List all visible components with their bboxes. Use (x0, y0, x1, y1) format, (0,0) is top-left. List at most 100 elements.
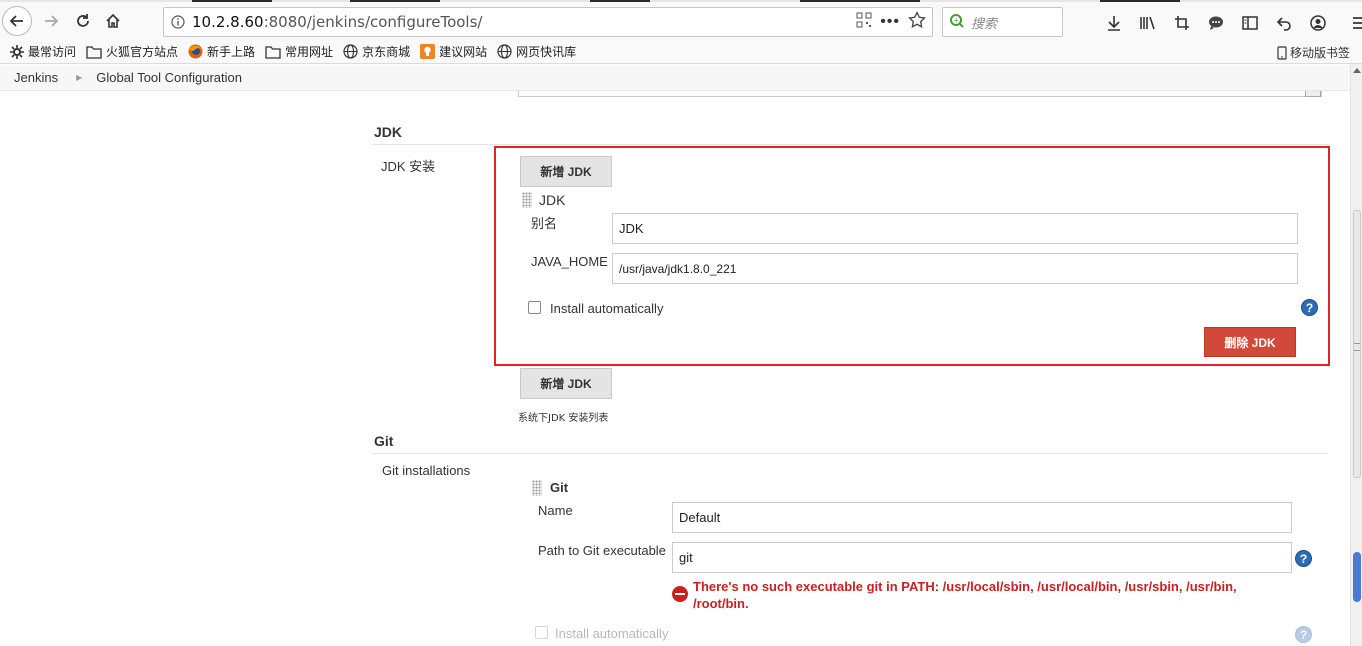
bookmark-item[interactable]: 网页快讯库 (497, 43, 576, 60)
url-path: :8080/jenkins/configureTools/ (263, 13, 483, 31)
bookmark-label: 最常访问 (28, 45, 77, 59)
main-content: JDK JDK 安装 新增 JDK JDK 别名 JDK JAVA_HOME /… (0, 91, 1350, 646)
scroll-up-arrow-icon[interactable] (1353, 68, 1361, 73)
scrollbar-thumb[interactable] (1353, 552, 1361, 602)
previous-textarea-scrollbar[interactable] (1305, 91, 1321, 97)
sidebar-button[interactable] (1234, 8, 1266, 38)
git-path-help-icon[interactable]: ? (1295, 550, 1312, 567)
arrow-left-icon (9, 15, 23, 27)
delete-jdk-button[interactable]: 删除 JDK (1204, 327, 1296, 357)
arrow-right-icon (45, 15, 59, 27)
bookmark-star-icon[interactable] (908, 10, 926, 32)
undo-icon (1276, 17, 1291, 31)
search-placeholder: 搜索 (971, 15, 998, 31)
jdk-alias-label: 别名 (531, 216, 558, 231)
git-name-input[interactable]: Default (672, 502, 1292, 533)
java-home-label: JAVA_HOME (531, 254, 608, 269)
bookmark-item[interactable]: 新手上路 (188, 43, 255, 60)
search-engine-icon: + (949, 13, 965, 32)
home-icon (106, 13, 120, 28)
firefox-icon (188, 44, 203, 59)
bulb-icon (420, 44, 436, 59)
qr-code-icon[interactable] (856, 12, 872, 31)
java-home-input[interactable]: /usr/java/jdk1.8.0_221 (612, 253, 1298, 284)
bookmark-item[interactable]: 京东商城 (343, 43, 410, 60)
menu-button[interactable] (1344, 8, 1362, 38)
account-button[interactable] (1302, 8, 1334, 38)
bookmark-label: 京东商城 (362, 45, 411, 59)
back-button[interactable] (2, 6, 32, 36)
reload-icon (77, 14, 89, 27)
breadcrumb-separator-icon[interactable]: ▶ (76, 73, 82, 82)
reload-button[interactable] (68, 6, 98, 36)
bookmark-item[interactable]: 最常访问 (10, 43, 76, 60)
git-section-divider (372, 453, 1328, 454)
error-icon (672, 586, 688, 602)
git-installations-label: Git installations (382, 463, 471, 478)
add-jdk-button-bottom[interactable]: 新增 JDK (520, 368, 612, 399)
bookmark-item[interactable]: 火狐官方站点 (86, 43, 178, 60)
account-icon (1310, 15, 1326, 31)
chat-button[interactable] (1200, 8, 1232, 38)
page-scrollbar[interactable] (1350, 64, 1362, 646)
downloads-button[interactable] (1098, 8, 1130, 38)
jdk-install-list-note: 系统下JDK 安装列表 (518, 413, 609, 424)
breadcrumb: Jenkins ▶ Global Tool Configuration (0, 65, 1350, 91)
folder-icon (86, 45, 102, 59)
jdk-section-divider (372, 144, 1328, 145)
url-text: 10.2.8.60:8080/jenkins/configureTools/ (192, 13, 482, 31)
crop-icon (1175, 16, 1189, 30)
bookmark-label: 建议网站 (439, 45, 488, 59)
drag-handle-icon[interactable] (522, 192, 532, 208)
home-button[interactable] (98, 6, 128, 36)
sidebar-icon (1242, 16, 1258, 30)
git-path-error-message: There's no such executable git in PATH: … (693, 579, 1237, 611)
git-path-label: Path to Git executable (538, 543, 666, 558)
forward-button[interactable] (36, 6, 66, 36)
bookmark-label: 新手上路 (207, 45, 256, 59)
search-box[interactable]: + 搜索 (942, 7, 1063, 37)
download-icon (1108, 16, 1120, 31)
bookmark-label: 常用网址 (285, 45, 334, 59)
previous-textarea[interactable] (518, 91, 1322, 97)
git-path-input[interactable]: git (672, 542, 1292, 573)
jdk-help-icon[interactable]: ? (1301, 299, 1318, 316)
url-bar[interactable]: 10.2.8.60:8080/jenkins/configureTools/ •… (163, 7, 933, 37)
scrollbar-grip-icon (1354, 343, 1360, 351)
breadcrumb-global-tool-configuration[interactable]: Global Tool Configuration (96, 70, 242, 85)
jdk-install-label: JDK 安装 (381, 159, 436, 174)
git-name-label: Name (538, 503, 573, 518)
jdk-install-automatically-checkbox[interactable] (528, 301, 541, 314)
library-icon (1140, 16, 1155, 30)
jdk-install-automatically-label: Install automatically (550, 301, 664, 316)
library-button[interactable] (1132, 8, 1164, 38)
git-section-title: Git (374, 433, 394, 449)
bookmark-item[interactable]: 常用网址 (265, 43, 333, 60)
url-host: 10.2.8.60 (192, 13, 264, 31)
bookmarks-bar: 最常访问 火狐官方站点 新手上路 常用网址 京东商城 建议网站 网页快讯库 移动… (0, 40, 1362, 64)
gear-icon (10, 44, 24, 59)
mobile-phone-icon (1277, 45, 1287, 60)
info-icon[interactable] (164, 15, 192, 29)
undo-button[interactable] (1268, 8, 1300, 38)
drag-handle-icon[interactable] (532, 480, 542, 496)
mobile-bookmarks-label: 移动版书签 (1289, 46, 1350, 60)
mobile-bookmarks[interactable]: 移动版书签 (1277, 44, 1350, 61)
jdk-item-title: JDK (539, 192, 566, 208)
screenshot-button[interactable] (1166, 8, 1198, 38)
git-install-help-icon[interactable]: ? (1295, 626, 1312, 643)
jdk-section-title: JDK (374, 124, 403, 140)
git-install-automatically-checkbox[interactable] (535, 626, 548, 639)
browser-toolbar: 10.2.8.60:8080/jenkins/configureTools/ •… (0, 2, 1362, 40)
bookmark-label: 火狐官方站点 (106, 45, 179, 59)
hamburger-menu-icon (1353, 17, 1362, 29)
breadcrumb-jenkins[interactable]: Jenkins (14, 70, 58, 85)
more-actions-icon[interactable]: ••• (880, 13, 900, 31)
add-jdk-button[interactable]: 新增 JDK (520, 156, 612, 187)
chat-icon (1209, 16, 1223, 30)
bookmark-item[interactable]: 建议网站 (420, 43, 487, 60)
globe-icon (343, 44, 358, 59)
jdk-alias-input[interactable]: JDK (612, 213, 1298, 244)
globe-icon (497, 44, 512, 59)
folder-icon (265, 45, 281, 59)
